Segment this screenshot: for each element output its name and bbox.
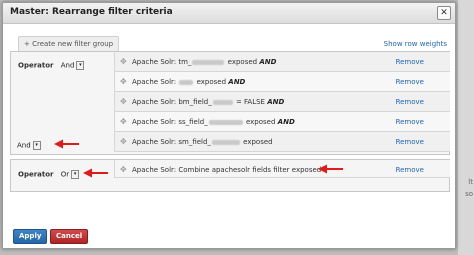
remove-link[interactable]: Remove	[396, 138, 424, 146]
annotation-arrow-icon	[83, 168, 108, 178]
drag-handle-icon[interactable]: ✥	[120, 138, 127, 146]
remove-link[interactable]: Remove	[396, 78, 424, 86]
operator-select-value: And	[60, 61, 75, 70]
drag-handle-icon[interactable]: ✥	[120, 58, 127, 66]
redacted-text	[208, 119, 243, 125]
filter-group-2: Operator Or ▾ ✥ Apache Solr: Combine apac…	[10, 159, 450, 192]
filter-list: ✥ Apache Solr: tm_ exposed AND Remove ✥ …	[114, 52, 450, 152]
chevron-down-icon: ▾	[76, 61, 85, 70]
annotation-arrow-icon	[318, 164, 343, 174]
filter-row[interactable]: ✥ Apache Solr: ss_field_ exposed AND Rem…	[114, 112, 450, 132]
create-filter-group-button[interactable]: + Create new filter group	[18, 36, 120, 52]
filter-label: Apache Solr: tm_ exposed AND	[132, 58, 277, 66]
operator-select-value: Or	[60, 170, 70, 179]
drag-handle-icon[interactable]: ✥	[120, 118, 127, 126]
filter-connector: AND	[267, 98, 285, 106]
redacted-text	[212, 99, 233, 105]
filter-connector: AND	[277, 118, 295, 126]
background-text: lt	[468, 178, 473, 186]
filter-label: Apache Solr: sm_field_ exposed	[132, 138, 273, 146]
drag-handle-icon[interactable]: ✥	[120, 166, 127, 174]
group-connector-select[interactable]: And ▾	[17, 141, 41, 150]
group-connector-value: And	[17, 141, 31, 150]
drag-handle-icon[interactable]: ✥	[120, 78, 127, 86]
background-text: so	[465, 190, 473, 198]
filter-label: Apache Solr: exposed AND	[132, 78, 246, 86]
filter-row[interactable]: ✥ Apache Solr: sm_field_ exposed Remove	[114, 132, 450, 152]
filter-list: ✥ Apache Solr: Combine apachesolr fields…	[114, 160, 450, 178]
apply-button[interactable]: Apply	[13, 229, 48, 244]
rearrange-filter-dialog: Master: Rearrange filter criteria ✕ + Cr…	[2, 2, 456, 249]
remove-link[interactable]: Remove	[396, 118, 424, 126]
filter-label: Apache Solr: Combine apachesolr fields f…	[132, 166, 322, 174]
background-page: lt so	[458, 0, 474, 255]
filter-row[interactable]: ✥ Apache Solr: exposed AND Remove	[114, 72, 450, 92]
filter-label: Apache Solr: bm_field_ = FALSE AND	[132, 98, 285, 106]
filter-row[interactable]: ✥ Apache Solr: Combine apachesolr fields…	[114, 160, 450, 178]
show-row-weights-link[interactable]: Show row weights	[384, 40, 447, 48]
filter-label: Apache Solr: ss_field_ exposed AND	[132, 118, 295, 126]
drag-handle-icon[interactable]: ✥	[120, 98, 127, 106]
redacted-text	[179, 79, 194, 85]
operator-select[interactable]: Or ▾	[60, 170, 80, 179]
chevron-down-icon: ▾	[32, 141, 41, 150]
operator-select[interactable]: And ▾	[61, 61, 85, 70]
redacted-text	[211, 139, 240, 145]
operator-label: Operator	[18, 170, 54, 179]
remove-link[interactable]: Remove	[396, 58, 424, 66]
annotation-arrow-icon	[54, 139, 79, 149]
redacted-text	[192, 59, 225, 65]
close-icon[interactable]: ✕	[437, 6, 451, 20]
dialog-titlebar: Master: Rearrange filter criteria ✕	[3, 3, 455, 24]
filter-connector: AND	[259, 58, 277, 66]
remove-link[interactable]: Remove	[396, 166, 424, 174]
dialog-title: Master: Rearrange filter criteria	[10, 7, 173, 17]
group-connector: And ▾	[17, 141, 41, 150]
filter-row[interactable]: ✥ Apache Solr: tm_ exposed AND Remove	[114, 52, 450, 72]
filter-connector: AND	[228, 78, 246, 86]
filter-row[interactable]: ✥ Apache Solr: bm_field_ = FALSE AND Rem…	[114, 92, 450, 112]
chevron-down-icon: ▾	[71, 170, 80, 179]
cancel-button[interactable]: Cancel	[50, 229, 89, 244]
group-operator: Operator Or ▾	[18, 170, 80, 179]
operator-label: Operator	[18, 61, 54, 70]
group-operator: Operator And ▾	[18, 61, 85, 70]
remove-link[interactable]: Remove	[396, 98, 424, 106]
